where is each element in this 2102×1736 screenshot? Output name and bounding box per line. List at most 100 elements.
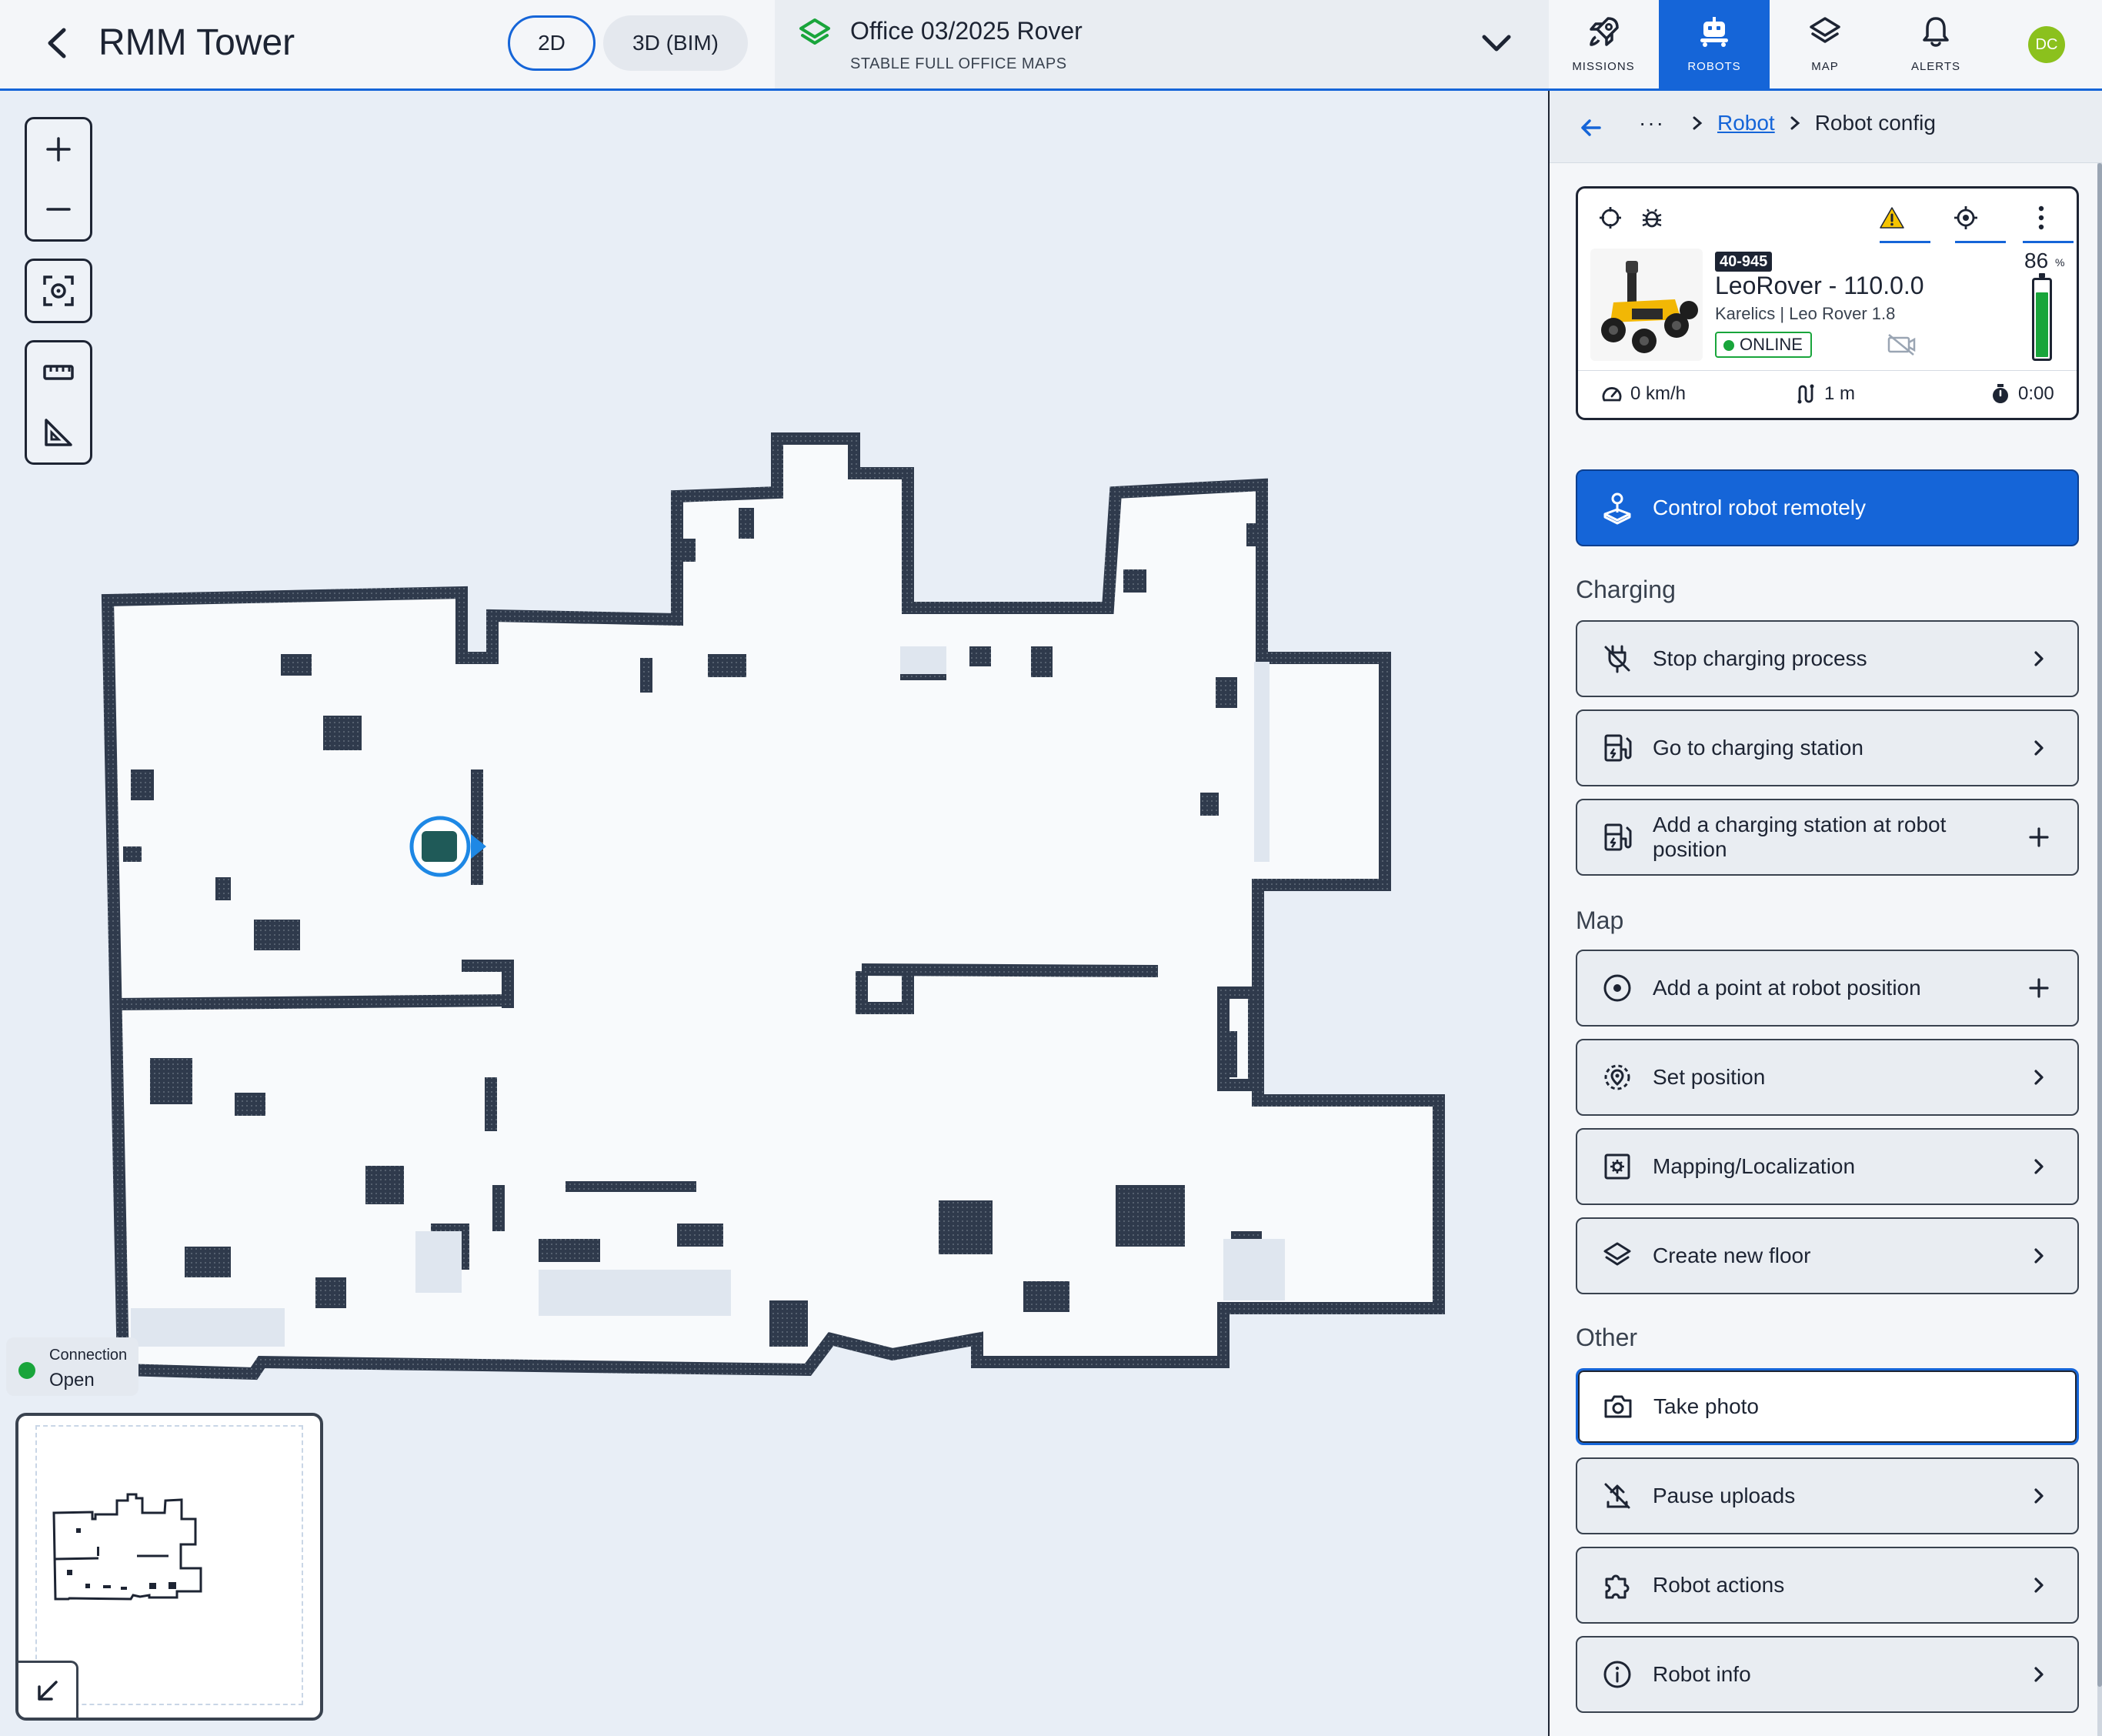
robot-card[interactable]: 40-945 LeoRover - 110.0.0 Karelics | Leo…	[1576, 186, 2079, 420]
minimap-collapse-button[interactable]	[18, 1661, 78, 1718]
view-toggle: 2D 3D (BIM)	[508, 15, 748, 71]
nav-tab-label: MISSIONS	[1572, 60, 1635, 73]
speedometer-icon	[1602, 387, 1622, 402]
back-button[interactable]	[37, 23, 77, 63]
battery-percentage: 86	[2024, 249, 2049, 272]
target-button[interactable]	[1947, 199, 1984, 236]
robot-actions-button[interactable]: Robot actions	[1576, 1547, 2079, 1624]
more-vertical-icon	[2038, 205, 2044, 230]
plug-off-icon	[1599, 640, 1636, 677]
target-icon	[1954, 206, 1977, 229]
crosshair-icon	[1600, 207, 1621, 229]
stop-charging-button[interactable]: Stop charging process	[1576, 620, 2079, 697]
plus-icon	[46, 137, 71, 162]
ruler-button[interactable]	[27, 342, 90, 402]
create-new-floor-label: Create new floor	[1653, 1244, 1811, 1267]
upload-off-icon	[1599, 1477, 1636, 1514]
battery-indicator	[2032, 273, 2052, 361]
robot-info-button[interactable]: Robot info	[1576, 1636, 2079, 1713]
nav-tab-label: ROBOTS	[1687, 60, 1741, 73]
robot-actions-label: Robot actions	[1653, 1573, 1785, 1597]
chevron-right-icon	[2022, 1239, 2056, 1273]
status-badge: ONLINE	[1715, 332, 1812, 358]
arrow-down-left-icon	[37, 1680, 58, 1701]
add-charging-station-button[interactable]: Add a charging station at robot position	[1576, 799, 2079, 876]
nav-tab-missions[interactable]: MISSIONS	[1548, 0, 1659, 88]
location-target-icon	[1599, 1059, 1636, 1096]
minimap-floor	[52, 1493, 202, 1601]
add-charging-station-label: Add a charging station at robot position	[1653, 813, 1947, 861]
bug-icon	[1642, 209, 1662, 228]
breadcrumb-robot-link[interactable]: Robot	[1717, 111, 1775, 135]
scrollbar-thumb[interactable]	[2097, 163, 2102, 1687]
panel-back-button[interactable]	[1573, 109, 1610, 146]
nav-tab-label: ALERTS	[1910, 60, 1961, 73]
pause-uploads-label: Pause uploads	[1653, 1484, 1796, 1507]
robot-icon	[1700, 17, 1728, 47]
warning-icon	[1880, 207, 1904, 229]
map-subtitle: STABLE FULL OFFICE MAPS	[850, 55, 1067, 72]
nav-tab-robots[interactable]: ROBOTS	[1659, 0, 1770, 88]
rover-image	[1601, 261, 1698, 353]
focus-icon	[43, 275, 74, 306]
add-point-button[interactable]: Add a point at robot position	[1576, 950, 2079, 1027]
point-icon	[1599, 970, 1636, 1007]
section-title-charging: Charging	[1576, 576, 1676, 603]
nav-tab-alerts[interactable]: ALERTS	[1880, 0, 1991, 88]
more-options-button[interactable]	[2023, 199, 2060, 236]
go-to-charging-station-label: Go to charging station	[1653, 736, 1863, 760]
warning-button[interactable]	[1873, 199, 1910, 236]
info-icon	[1599, 1656, 1636, 1693]
charging-station-icon	[1599, 819, 1636, 856]
map-viewport[interactable]: Connection Open	[0, 91, 1548, 1736]
angle-button[interactable]	[27, 402, 90, 462]
debug-button[interactable]	[1633, 199, 1670, 236]
chevron-right-icon	[2022, 1150, 2056, 1183]
view-2d-button[interactable]: 2D	[508, 15, 596, 71]
map-selector-dropdown[interactable]: Office 03/2025 Rover STABLE FULL OFFICE …	[775, 0, 1549, 88]
layers-icon	[799, 18, 830, 45]
chevron-right-icon	[2022, 731, 2056, 765]
control-robot-remotely-button[interactable]: Control robot remotely	[1576, 469, 2079, 546]
nav-tab-map[interactable]: MAP	[1770, 0, 1880, 88]
take-photo-button[interactable]: Take photo	[1576, 1368, 2079, 1445]
pause-uploads-button[interactable]: Pause uploads	[1576, 1457, 2079, 1534]
stop-charging-label: Stop charging process	[1653, 646, 1867, 670]
breadcrumb-more[interactable]: ···	[1639, 111, 1665, 135]
chevron-right-icon	[2022, 642, 2056, 676]
charging-station-icon	[1599, 729, 1636, 766]
zoom-in-button[interactable]	[27, 119, 90, 179]
time-value: 0:00	[2018, 383, 2054, 404]
locate-robot-button[interactable]	[1592, 199, 1629, 236]
plus-icon	[2022, 820, 2056, 854]
go-to-charging-station-button[interactable]: Go to charging station	[1576, 709, 2079, 786]
chevron-left-icon	[48, 28, 66, 58]
set-position-label: Set position	[1653, 1065, 1766, 1089]
avatar[interactable]: DC	[2028, 26, 2065, 63]
section-title-other: Other	[1576, 1324, 1638, 1351]
route-icon	[1797, 384, 1814, 404]
set-square-icon	[45, 419, 72, 446]
battery-cap	[2039, 273, 2045, 278]
zoom-out-button[interactable]	[27, 179, 90, 239]
view-3d-button[interactable]: 3D (BIM)	[603, 15, 748, 71]
layers-icon	[1599, 1237, 1636, 1274]
robot-stats: 0 km/h 1 m 0:00	[1578, 370, 2077, 418]
chevron-right-icon	[2022, 1568, 2056, 1602]
panel-scrollbar[interactable]	[2097, 163, 2102, 1736]
set-position-button[interactable]: Set position	[1576, 1039, 2079, 1116]
chevron-right-icon	[2022, 1060, 2056, 1094]
distance-value: 1 m	[1824, 383, 1856, 404]
battery-unit: %	[2055, 256, 2065, 269]
center-robot-button[interactable]	[27, 261, 90, 321]
breadcrumb: ··· Robot Robot config	[1639, 111, 1936, 135]
create-new-floor-button[interactable]: Create new floor	[1576, 1217, 2079, 1294]
top-bar: RMM Tower 2D 3D (BIM) Office 03/2025 Rov…	[0, 0, 2102, 91]
focus-controls	[25, 259, 92, 323]
robot-id-badge: 40-945	[1715, 252, 1773, 272]
minimap[interactable]	[15, 1413, 323, 1721]
mapping-localization-button[interactable]: Mapping/Localization	[1576, 1128, 2079, 1205]
connection-indicator	[18, 1362, 35, 1379]
robot-config-panel: ··· Robot Robot config 40-945 LeoRover -…	[1548, 91, 2102, 1736]
robot-info-label: Robot info	[1653, 1662, 1751, 1686]
